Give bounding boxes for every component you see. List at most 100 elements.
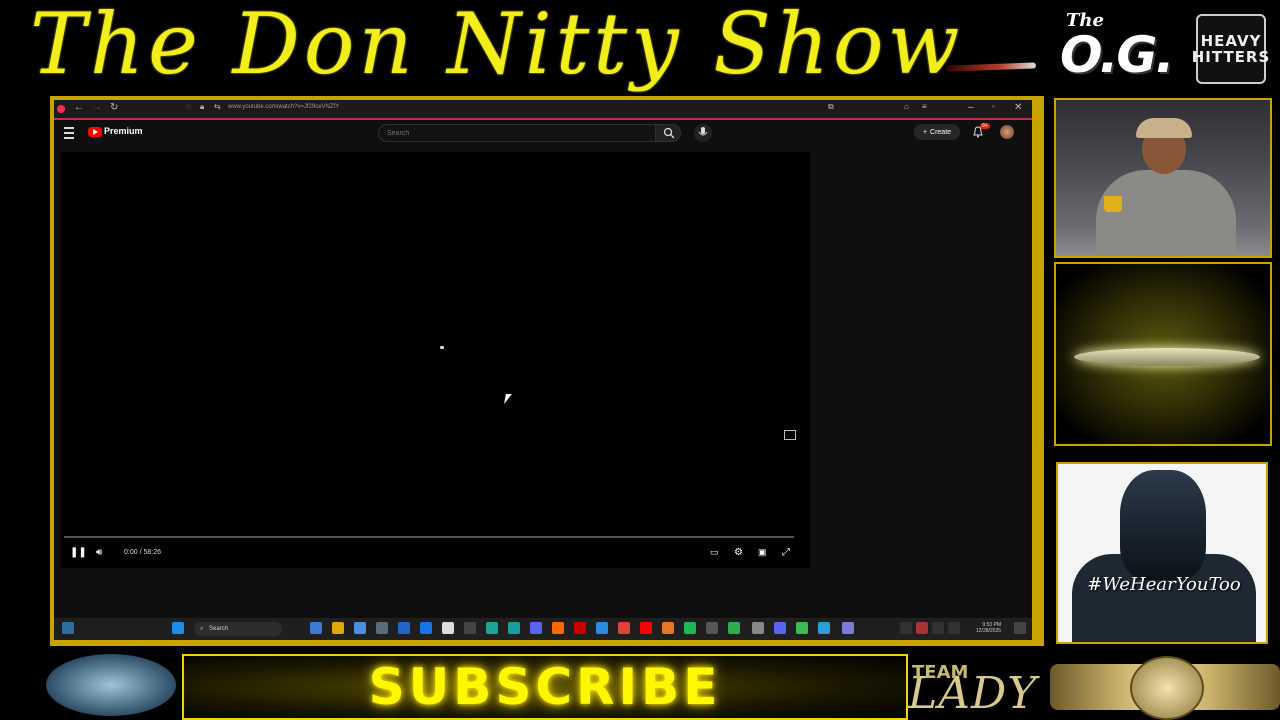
theater-mode-icon[interactable]: ▣ [758,547,767,558]
bat-signal-panel [1054,262,1272,446]
video-player[interactable] [60,152,810,568]
volume-icon[interactable]: 🔊︎ [96,547,102,558]
search-input[interactable] [385,126,649,140]
heavy-hitters-logo: HEAVY HITTERS [1192,14,1269,84]
create-label: Create [930,128,952,136]
speaker-icon[interactable] [948,622,960,634]
batman-tagline: #WeHearYouToo [1087,574,1241,595]
close-icon[interactable]: ✕ [1014,102,1022,113]
firefox-icon[interactable] [552,622,564,634]
youtube-logo-icon[interactable] [88,127,102,137]
subscribe-banner: SUBSCRIBE [182,654,908,720]
steam-icon[interactable] [376,622,388,634]
tray-app-icon[interactable] [916,622,928,634]
youtube-header: Premium + Create 9+ [54,120,1032,148]
notification-center-icon[interactable] [1014,622,1026,634]
wifi-icon[interactable] [932,622,944,634]
voice-search-button[interactable] [694,124,712,142]
extension-icon[interactable]: ⧉ [828,102,834,112]
site-settings-icon[interactable]: ⇆ [214,102,221,111]
show-title: The Don Nitty Show [30,0,964,93]
forward-icon[interactable]: → [92,102,102,113]
taskbar-search-icon: ⌕ [200,626,204,632]
browser-window: ← → ↻ ◌ 🔒︎ ⇆ www.youtube.com/watch?v=Jf2… [54,100,1032,640]
heavy-hitters-line2: HITTERS [1191,48,1271,66]
spotify-icon[interactable] [684,622,696,634]
reload-icon[interactable]: ↻ [110,102,118,113]
app-icon-2[interactable] [420,622,432,634]
search-box[interactable] [378,124,656,142]
chrome-icon[interactable] [618,622,630,634]
back-icon[interactable]: ← [74,102,84,113]
discord-icon[interactable] [530,622,542,634]
plus-icon: + [922,128,928,136]
subscribe-text: SUBSCRIBE [368,658,722,716]
app-icon-7[interactable] [662,622,674,634]
miniplayer-icon[interactable] [784,430,796,440]
app-icon-11[interactable] [774,622,786,634]
clock-date: 12/28/2025 [976,628,1002,634]
youtube-taskbar-icon[interactable] [640,622,652,634]
maximize-icon[interactable]: ▫ [992,102,995,111]
dj-logo [46,654,176,716]
app-icon-4[interactable] [486,622,498,634]
app-icon-14[interactable] [842,622,854,634]
minimize-icon[interactable]: – [968,102,974,113]
lock-icon[interactable]: 🔒︎ [200,102,204,112]
bookmark-icon[interactable]: ⌂ [904,102,909,111]
batman-cowl [1120,470,1206,580]
app-icon-9[interactable] [728,622,740,634]
browser-tab-bar: ← → ↻ ◌ 🔒︎ ⇆ www.youtube.com/watch?v=Jf2… [54,100,1032,120]
create-button[interactable]: + Create [914,124,960,140]
account-avatar[interactable] [1000,125,1014,139]
search-button[interactable] [655,124,681,142]
tray-overflow-icon[interactable] [900,622,912,634]
host-webcam [1054,98,1272,258]
start-icon[interactable] [172,622,184,634]
belt-center-plate [1130,656,1204,720]
heavy-hitters-line1: HEAVY [1200,32,1262,50]
search-icon [663,127,675,139]
app-icon-10[interactable] [752,622,764,634]
notepad-icon[interactable] [442,622,454,634]
app-icon-8[interactable] [706,622,718,634]
host-cap [1136,118,1192,138]
sidebar-area [814,152,1026,568]
team-label: TEAM [912,662,969,683]
subtitles-icon[interactable]: ▭ [710,547,719,558]
photos-icon[interactable] [596,622,608,634]
batman-panel: #WeHearYouToo [1056,462,1268,644]
pause-icon[interactable]: ❚❚ [70,547,87,558]
copilot-icon[interactable] [310,622,322,634]
tab-favicon-icon[interactable] [57,105,65,113]
microphone-icon [698,127,708,136]
host-cup [1104,196,1122,212]
windows-taskbar: ⌕ Search 9:53 PM 12/28/2025 [54,618,1032,640]
settings-gear-icon[interactable]: ⚙ [734,547,743,558]
taskbar-clock[interactable]: 9:53 PM 12/28/2025 [976,622,1001,634]
host-body [1096,170,1236,256]
loading-indicator [440,346,444,349]
notifications-badge: 9+ [980,123,990,129]
taskbar-search-label: Search [209,626,229,632]
app-icon-13[interactable] [818,622,830,634]
video-progress-bar[interactable] [64,536,794,538]
og-logo: O.G. [1060,26,1174,84]
app-icon-3[interactable] [464,622,476,634]
menu-icon[interactable]: ≡ [922,102,927,111]
app-icon-6[interactable] [574,622,586,634]
file-explorer-icon[interactable] [332,622,344,634]
shield-icon[interactable]: ◌ [186,102,191,111]
video-time: 0:00 / 58:26 [124,549,161,556]
address-bar[interactable]: www.youtube.com/watch?v=Jf29ceVNZfY [228,104,339,110]
app-icon-1[interactable] [398,622,410,634]
app-icon-12[interactable] [796,622,808,634]
bat-logo-disc [1074,348,1260,366]
app-icon-5[interactable] [508,622,520,634]
youtube-premium-label[interactable]: Premium [104,126,143,136]
taskbar-search[interactable]: ⌕ Search [194,622,282,636]
fullscreen-icon[interactable]: ⤢ [782,547,790,558]
guide-menu-icon[interactable] [64,127,74,139]
store-icon[interactable] [354,622,366,634]
widgets-icon[interactable] [62,622,74,634]
